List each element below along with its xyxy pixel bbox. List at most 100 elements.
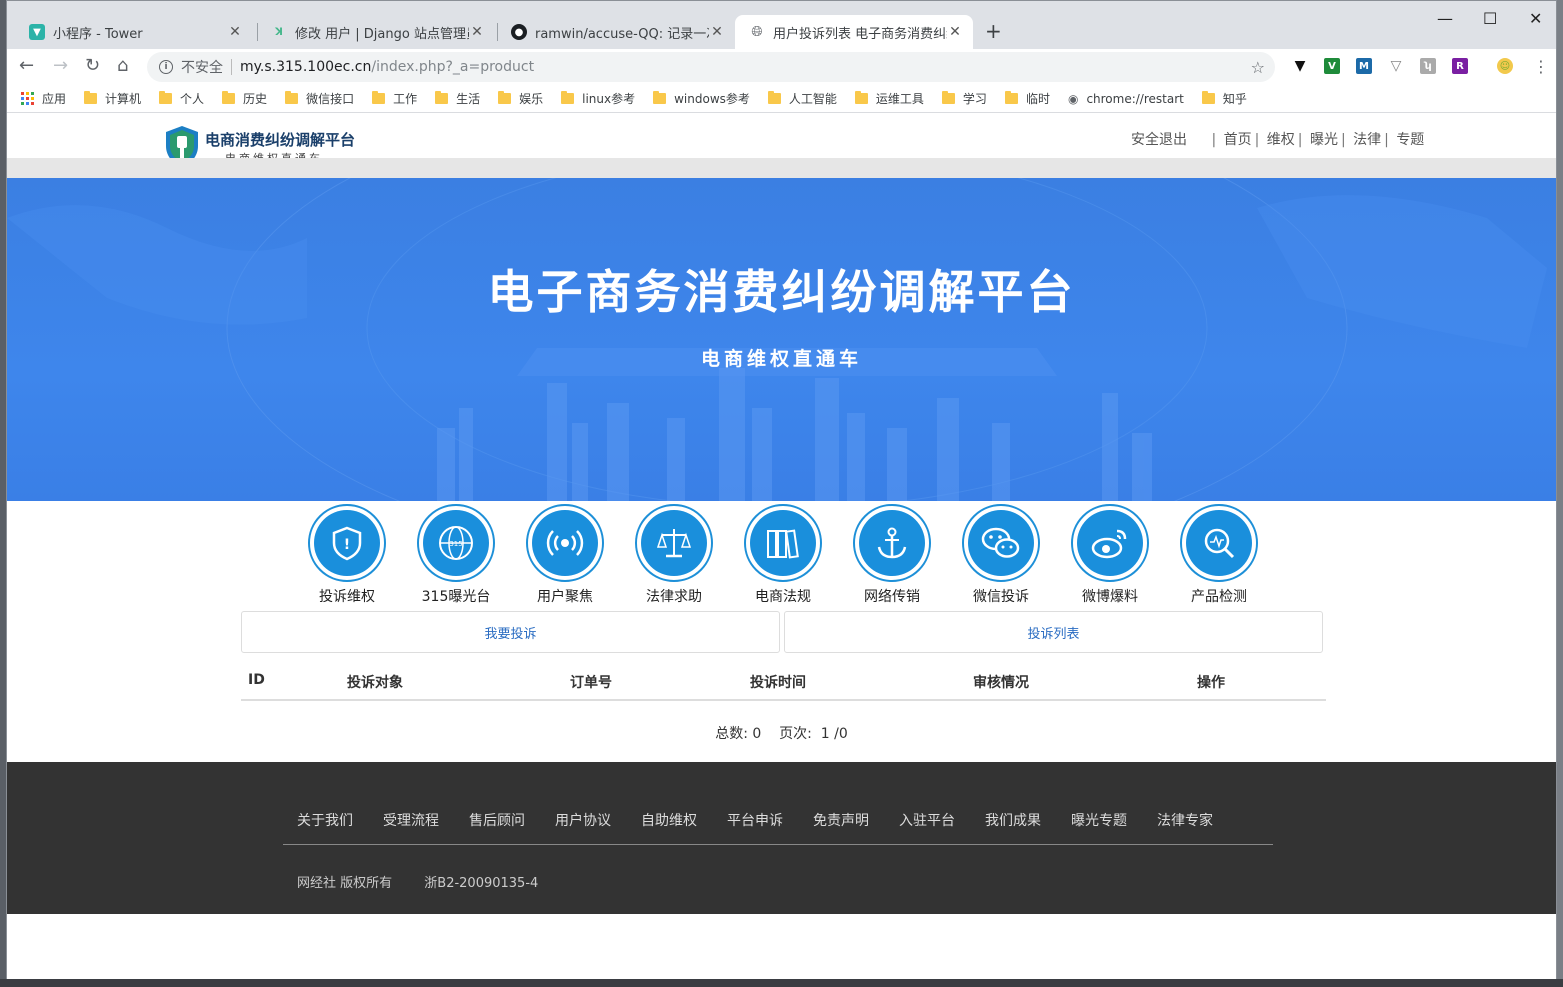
- new-tab-button[interactable]: +: [985, 19, 1002, 43]
- address-bar[interactable]: i 不安全 my.s.315.100ec.cn /index.php?_a=pr…: [147, 52, 1275, 82]
- service-focus[interactable]: 用户聚焦: [515, 504, 615, 606]
- svg-text:!: !: [344, 537, 350, 553]
- extension-m-icon[interactable]: M: [1356, 58, 1372, 74]
- bookmark-folder[interactable]: 临时: [1004, 90, 1050, 107]
- window-close-icon[interactable]: ✕: [1529, 9, 1542, 28]
- folder-icon: [285, 91, 299, 104]
- tab-title: ramwin/accuse-QQ: 记录一次找: [535, 26, 709, 42]
- close-icon[interactable]: ✕: [947, 24, 963, 40]
- nav-rights[interactable]: 维权: [1267, 132, 1295, 148]
- info-icon[interactable]: i: [159, 60, 173, 74]
- nav-separator: |: [1297, 132, 1303, 148]
- footer-link[interactable]: 曝光专题: [1071, 810, 1127, 830]
- pager-total: 0: [752, 726, 762, 742]
- service-regulations[interactable]: 电商法规: [733, 504, 833, 606]
- bookmark-folder[interactable]: 知乎: [1201, 90, 1247, 107]
- bookmark-folder[interactable]: 微信接口: [285, 90, 354, 107]
- back-icon[interactable]: ←: [19, 55, 34, 76]
- bookmark-folder[interactable]: 个人: [159, 90, 204, 107]
- bookmark-folder[interactable]: 学习: [941, 90, 987, 107]
- nav-separator: |: [1340, 132, 1346, 148]
- extension-grey-icon[interactable]: ʮ: [1420, 58, 1436, 74]
- site-header: 电商消费纠纷调解平台 电商维权直通车 安全退出 | 首页| 维权| 曝光| 法律…: [7, 114, 1556, 168]
- submit-complaint-button[interactable]: 我要投诉: [241, 611, 780, 653]
- extension-v-icon[interactable]: V: [1324, 58, 1340, 74]
- footer-link[interactable]: 法律专家: [1157, 810, 1213, 830]
- folder-icon: [1201, 91, 1215, 104]
- tab-github[interactable]: ● ramwin/accuse-QQ: 记录一次找 ✕: [497, 15, 735, 49]
- bookmark-folder[interactable]: linux参考: [561, 90, 635, 107]
- footer-link[interactable]: 平台申诉: [727, 810, 783, 830]
- service-exposure[interactable]: 315 315曝光台: [406, 504, 506, 606]
- nav-exposure[interactable]: 曝光: [1310, 132, 1338, 148]
- extension-funnel-icon[interactable]: ▼: [1292, 58, 1308, 74]
- footer-link[interactable]: 关于我们: [297, 810, 353, 830]
- col-order: 订单号: [570, 675, 612, 691]
- logout-link[interactable]: 安全退出: [1131, 132, 1187, 148]
- magnifier-icon: [1204, 528, 1235, 559]
- scales-icon: [656, 529, 692, 558]
- browser-window: ▼ 小程序 - Tower ✕ ꓘ 修改 用户 | Django 站点管理员 ✕…: [6, 0, 1557, 980]
- forward-icon[interactable]: →: [53, 55, 68, 76]
- tab-strip: ▼ 小程序 - Tower ✕ ꓘ 修改 用户 | Django 站点管理员 ✕…: [7, 1, 1556, 49]
- footer-link[interactable]: 自助维权: [641, 810, 697, 830]
- profile-avatar-icon[interactable]: ☺: [1497, 58, 1513, 74]
- service-label: 产品检测: [1191, 589, 1247, 605]
- bookmark-label: linux参考: [582, 92, 636, 106]
- bookmark-folder[interactable]: 娱乐: [498, 90, 543, 107]
- pager-total-label: 总数:: [715, 726, 748, 742]
- folder-icon: [159, 91, 173, 104]
- bookmark-apps[interactable]: 应用: [21, 90, 66, 107]
- col-time: 投诉时间: [750, 675, 806, 691]
- hero-title: 电子商务消费纠纷调解平台: [487, 265, 1076, 319]
- bookmark-folder[interactable]: 人工智能: [767, 90, 837, 107]
- footer-link[interactable]: 用户协议: [555, 810, 611, 830]
- pager: 总数: 0 页次: 1 /0: [7, 723, 1556, 743]
- bookmark-star-icon[interactable]: ☆: [1251, 58, 1265, 77]
- tab-django[interactable]: ꓘ 修改 用户 | Django 站点管理员 ✕: [257, 15, 495, 49]
- nav-home[interactable]: 首页: [1224, 132, 1252, 148]
- col-id: ID: [248, 672, 265, 688]
- extension-rp-icon[interactable]: R: [1452, 58, 1468, 74]
- tower-icon: ▼: [29, 24, 45, 40]
- reload-icon[interactable]: ↻: [85, 55, 100, 76]
- tab-tower[interactable]: ▼ 小程序 - Tower ✕: [15, 15, 253, 49]
- bookmark-folder[interactable]: 运维工具: [854, 90, 924, 107]
- service-pyramid-scheme[interactable]: 网络传销: [842, 504, 942, 606]
- footer-link[interactable]: 我们成果: [985, 810, 1041, 830]
- bookmark-folder[interactable]: 历史: [222, 90, 267, 107]
- maximize-icon[interactable]: ☐: [1483, 9, 1497, 28]
- bookmark-restart[interactable]: ◉ chrome://restart: [1068, 92, 1184, 106]
- bookmark-folder[interactable]: windows参考: [653, 90, 750, 107]
- extension-vue-icon[interactable]: ▽: [1388, 58, 1404, 74]
- folder-icon: [435, 91, 449, 104]
- home-icon[interactable]: ⌂: [117, 55, 128, 76]
- complaint-list-button[interactable]: 投诉列表: [784, 611, 1323, 653]
- nav-topics[interactable]: 专题: [1396, 132, 1424, 148]
- bookmark-folder[interactable]: 生活: [435, 90, 480, 107]
- footer-divider: [283, 844, 1273, 845]
- footer-link[interactable]: 售后顾问: [469, 810, 525, 830]
- service-product-test[interactable]: 产品检测: [1169, 504, 1269, 606]
- close-icon[interactable]: ✕: [709, 24, 725, 40]
- footer-link[interactable]: 免责声明: [813, 810, 869, 830]
- service-weibo[interactable]: 微博爆料: [1060, 504, 1160, 606]
- col-actions: 操作: [1197, 675, 1225, 691]
- books-icon: [767, 529, 799, 559]
- footer-link[interactable]: 受理流程: [383, 810, 439, 830]
- bookmark-label: 运维工具: [875, 92, 924, 106]
- bookmark-folder[interactable]: 工作: [372, 90, 417, 107]
- service-legal-aid[interactable]: 法律求助: [624, 504, 724, 606]
- close-icon[interactable]: ✕: [227, 24, 243, 40]
- nav-law[interactable]: 法律: [1353, 132, 1381, 148]
- menu-kebab-icon[interactable]: ⋮: [1533, 57, 1549, 76]
- tab-complaint-list[interactable]: 🌐︎ 用户投诉列表 电子商务消费纠纷 ✕: [735, 15, 973, 49]
- service-wechat[interactable]: 微信投诉: [951, 504, 1051, 606]
- minimize-icon[interactable]: —: [1437, 9, 1453, 28]
- logo-title: 电商消费纠纷调解平台: [205, 130, 356, 149]
- close-icon[interactable]: ✕: [469, 24, 485, 40]
- footer-link[interactable]: 入驻平台: [899, 810, 955, 830]
- bookmark-label: 个人: [180, 92, 205, 106]
- bookmark-folder[interactable]: 计算机: [84, 90, 141, 107]
- service-complaint[interactable]: ! 投诉维权: [297, 504, 397, 606]
